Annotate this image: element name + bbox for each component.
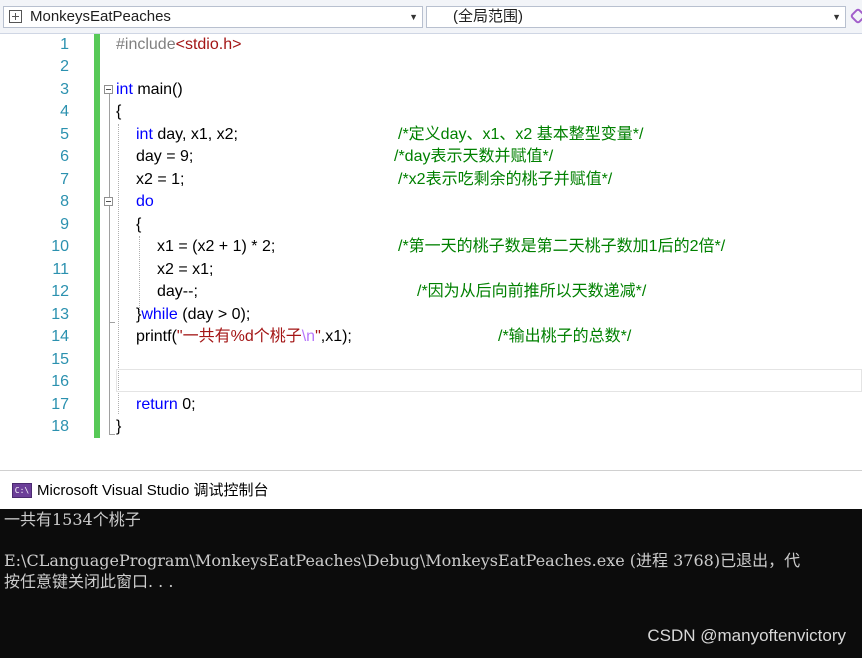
member-icon[interactable] xyxy=(849,7,862,25)
project-icon xyxy=(9,10,22,23)
code-line-8: do xyxy=(136,193,154,210)
line-number: 8 xyxy=(60,193,69,210)
change-tracking-bar xyxy=(94,34,100,438)
outline-end xyxy=(109,322,115,323)
chevron-down-icon[interactable]: ▼ xyxy=(409,7,418,27)
console-titlebar[interactable]: C:\ Microsoft Visual Studio 调试控制台 xyxy=(0,470,862,510)
code-line-14: printf("一共有%d个桃子\n",x1); xyxy=(136,328,352,345)
console-line: 按任意键关闭此窗口. . . xyxy=(4,572,174,591)
code-line-13: }while (day > 0); xyxy=(136,306,251,323)
code-line-9: { xyxy=(136,216,142,233)
project-dropdown[interactable]: MonkeysEatPeaches ▼ xyxy=(3,6,423,28)
code-comment-12: /*因为从后向前推所以天数递减*/ xyxy=(417,283,647,300)
line-number: 16 xyxy=(51,373,69,390)
code-line-11: x2 = x1; xyxy=(157,261,214,278)
project-dropdown-label: MonkeysEatPeaches xyxy=(30,8,171,25)
collapse-do-icon[interactable] xyxy=(104,197,113,206)
line-number: 13 xyxy=(51,306,69,323)
chevron-down-icon[interactable]: ▼ xyxy=(832,7,841,27)
line-number: 7 xyxy=(60,171,69,188)
code-line-4: { xyxy=(116,103,122,120)
line-number: 4 xyxy=(60,103,69,120)
code-line-7: x2 = 1; xyxy=(136,171,185,188)
line-number: 9 xyxy=(60,216,69,233)
console-line: E:\CLanguageProgram\MonkeysEatPeaches\De… xyxy=(4,551,801,570)
line-number: 6 xyxy=(60,148,69,165)
line-number: 17 xyxy=(51,396,69,413)
line-number: 14 xyxy=(51,328,69,345)
line-number: 2 xyxy=(60,58,69,75)
code-comment-14: /*输出桃子的总数*/ xyxy=(498,328,632,345)
indent-guide xyxy=(139,236,140,312)
line-number: 12 xyxy=(51,283,69,300)
scope-dropdown[interactable]: (全局范围) ▼ xyxy=(426,6,846,28)
outline-line xyxy=(109,94,110,434)
line-number: 10 xyxy=(51,238,69,255)
collapse-main-icon[interactable] xyxy=(104,85,113,94)
console-app-icon: C:\ xyxy=(12,483,32,498)
code-comment-5: /*定义day、x1、x2 基本整型变量*/ xyxy=(398,126,644,143)
code-comment-10: /*第一天的桃子数是第二天桃子数加1后的2倍*/ xyxy=(398,238,726,255)
code-line-1: #include<stdio.h> xyxy=(116,36,242,53)
code-line-6: day = 9; xyxy=(136,148,194,165)
console-line: 一共有1534个桃子 xyxy=(4,510,141,529)
code-editor[interactable]: 1 2 3 4 5 6 7 8 9 10 11 12 13 14 15 16 1… xyxy=(0,34,862,470)
watermark: CSDN @manyoftenvictory xyxy=(647,626,846,645)
line-number: 15 xyxy=(51,351,69,368)
navigation-bar: MonkeysEatPeaches ▼ (全局范围) ▼ xyxy=(0,0,862,34)
code-line-12: day--; xyxy=(157,283,198,300)
outline-end xyxy=(109,434,115,435)
code-comment-6: /*day表示天数并赋值*/ xyxy=(394,148,554,165)
current-line-highlight xyxy=(116,369,862,392)
code-line-3: int main() xyxy=(116,81,183,98)
console-output[interactable]: 一共有1534个桃子 E:\CLanguageProgram\MonkeysEa… xyxy=(0,509,862,658)
line-number: 5 xyxy=(60,126,69,143)
code-line-18: } xyxy=(116,418,122,435)
code-line-5: int day, x1, x2; xyxy=(136,126,238,143)
console-title: Microsoft Visual Studio 调试控制台 xyxy=(37,482,269,499)
line-number: 11 xyxy=(52,261,69,278)
line-number: 18 xyxy=(51,418,69,435)
code-comment-7: /*x2表示吃剩余的桃子并赋值*/ xyxy=(398,171,613,188)
line-number: 3 xyxy=(60,81,69,98)
scope-dropdown-label: (全局范围) xyxy=(453,8,523,25)
line-number: 1 xyxy=(60,36,69,53)
code-line-17: return 0; xyxy=(136,396,196,413)
code-line-10: x1 = (x2 + 1) * 2; xyxy=(157,238,276,255)
